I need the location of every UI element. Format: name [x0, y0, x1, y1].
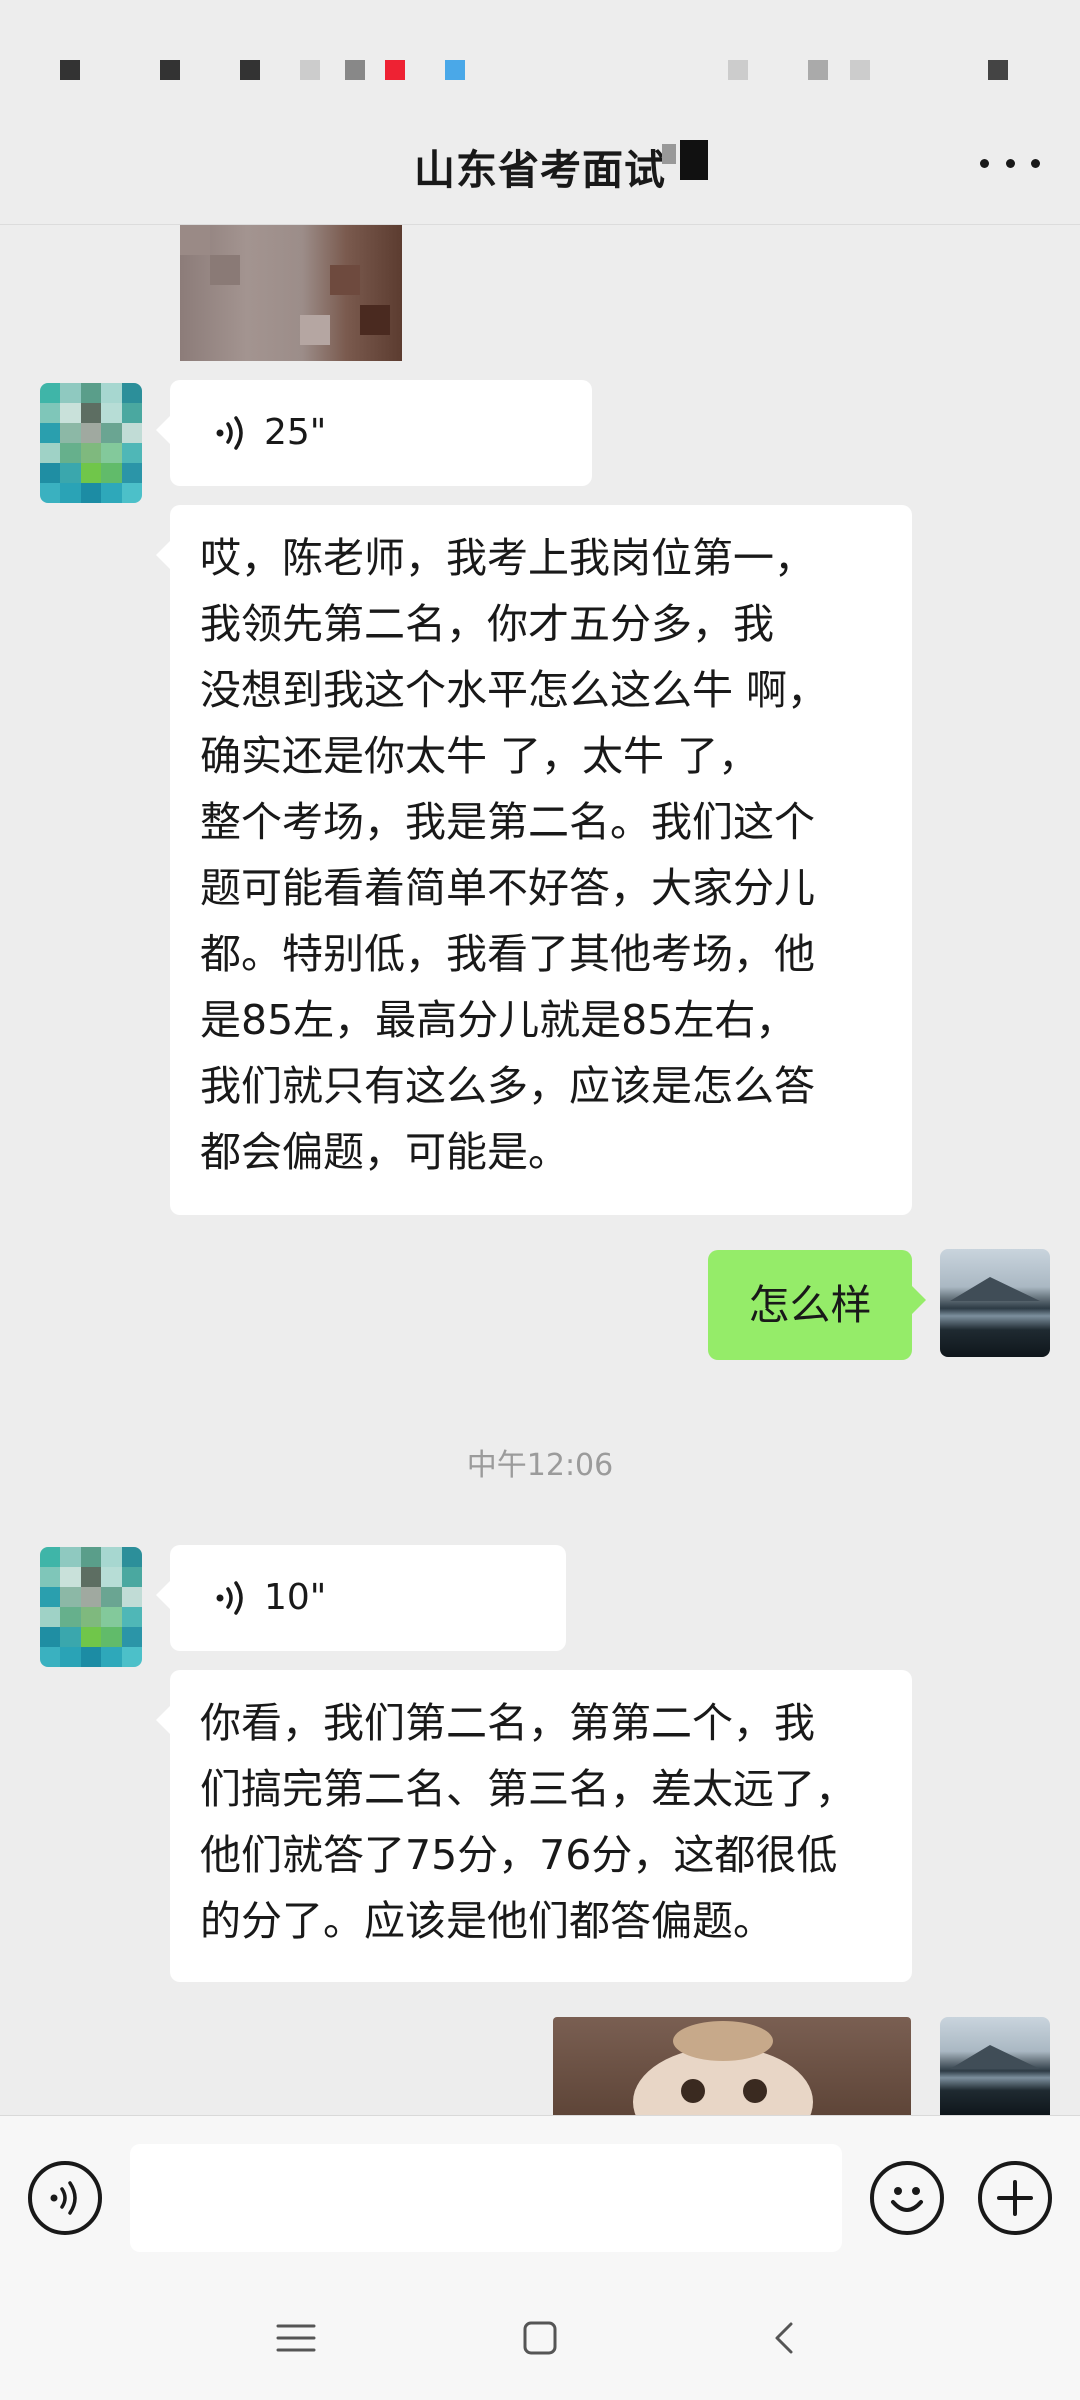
message-line: 他们就答了75分，76分，这都很低: [200, 1831, 838, 1879]
chat-header: 山东省考面试: [0, 100, 1080, 225]
chat-area[interactable]: 25" 哎，陈老师，我考上我岗位第一， 我领先第二名，你才五分多，我 没想到我这…: [0, 225, 1080, 2115]
voice-duration: 25": [264, 412, 327, 453]
voice-duration: 10": [264, 1577, 327, 1618]
plus-icon: [997, 2180, 1033, 2216]
message-input[interactable]: [130, 2144, 842, 2252]
back-button[interactable]: [754, 2308, 814, 2368]
status-pixel: [988, 60, 1008, 80]
message-line: 哎，陈老师，我考上我岗位第一，: [200, 534, 815, 582]
emoji-button[interactable]: [870, 2161, 944, 2235]
message-line: 都。特别低，我看了其他考场，他: [200, 930, 815, 978]
message-line: 你看，我们第二名，第第二个，我: [200, 1699, 815, 1747]
voice-icon: [50, 2181, 77, 2215]
voice-wave-icon: [216, 1581, 243, 1615]
back-icon: [775, 2322, 793, 2354]
text-message[interactable]: 你看，我们第二名，第第二个，我 们搞完第二名、第三名，差太远了， 他们就答了75…: [156, 1670, 912, 1982]
my-avatar[interactable]: [940, 2017, 1050, 2115]
menu-button[interactable]: [266, 2308, 326, 2368]
message-line: 我领先第二名，你才五分多，我: [200, 600, 774, 648]
add-button[interactable]: [978, 2161, 1052, 2235]
input-bar: [0, 2115, 1080, 2280]
voice-message[interactable]: 25": [156, 380, 592, 486]
message-line: 是85左，最高分儿就是85左右，: [200, 996, 797, 1044]
status-pixel: [850, 60, 870, 80]
status-pixel: [385, 60, 405, 80]
more-icon[interactable]: [980, 148, 1040, 178]
title-mosaic: [680, 140, 708, 180]
title-mosaic: [662, 144, 676, 164]
message-line: 没想到我这个水平怎么这么牛 啊，: [200, 666, 829, 714]
contact-avatar[interactable]: [40, 1547, 142, 1667]
message-line: 们搞完第二名、第三名，差太远了，: [200, 1765, 856, 1813]
status-pixel: [345, 60, 365, 80]
system-nav-bar: [0, 2280, 1080, 2400]
voice-toggle-button[interactable]: [28, 2161, 102, 2235]
home-icon: [523, 2321, 557, 2355]
sent-image-message[interactable]: [553, 2017, 911, 2115]
chat-title: 山东省考面试: [414, 146, 666, 194]
voice-wave-icon: [216, 416, 243, 450]
emoji-icon: [891, 2187, 923, 2212]
sent-message-text: 怎么样: [748, 1281, 872, 1329]
voice-message[interactable]: 10": [156, 1545, 566, 1651]
image-message[interactable]: [180, 225, 402, 361]
status-pixel: [808, 60, 828, 80]
message-line: 确实还是你太牛 了，太牛 了，: [200, 732, 760, 780]
text-message[interactable]: 哎，陈老师，我考上我岗位第一， 我领先第二名，你才五分多，我 没想到我这个水平怎…: [156, 505, 912, 1215]
message-timestamp: 中午12:06: [466, 1448, 614, 1483]
menu-icon: [276, 2324, 316, 2352]
status-pixel: [240, 60, 260, 80]
status-pixel: [160, 60, 180, 80]
sent-message[interactable]: 怎么样: [708, 1250, 926, 1360]
status-pixel: [60, 60, 80, 80]
status-pixel: [728, 60, 748, 80]
message-line: 都会偏题，可能是。: [200, 1128, 569, 1176]
status-pixel: [445, 60, 465, 80]
status-pixel: [300, 60, 320, 80]
message-line: 题可能看着简单不好答，大家分儿: [200, 864, 815, 912]
home-button[interactable]: [510, 2308, 570, 2368]
message-line: 我们就只有这么多，应该是怎么答: [200, 1062, 815, 1110]
message-line: 的分了。应该是他们都答偏题。: [200, 1897, 774, 1945]
contact-avatar[interactable]: [40, 383, 142, 503]
message-line: 整个考场，我是第二名。我们这个: [200, 798, 815, 846]
my-avatar[interactable]: [940, 1249, 1050, 1357]
